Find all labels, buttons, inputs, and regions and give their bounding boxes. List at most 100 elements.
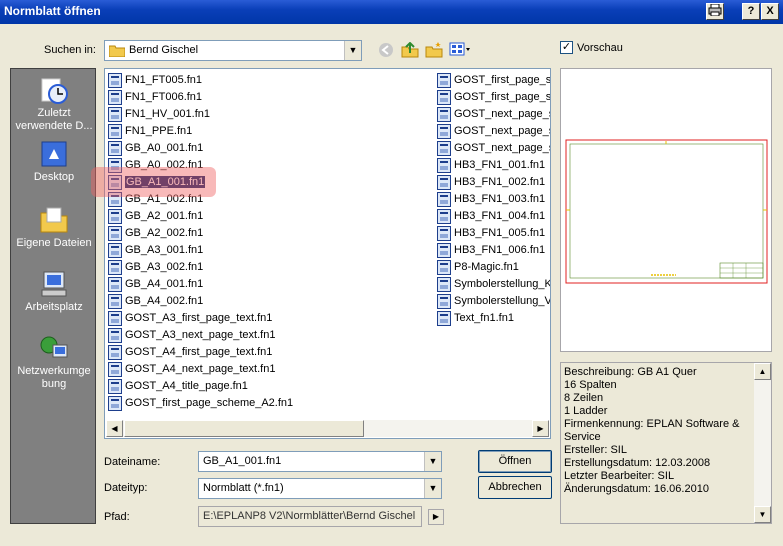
- printer-icon[interactable]: [706, 3, 724, 20]
- my-computer-icon: [41, 271, 67, 297]
- info-line: Erstellungsdatum: 12.03.2008: [564, 457, 711, 469]
- help-button[interactable]: ?: [742, 3, 760, 20]
- up-folder-icon[interactable]: [400, 41, 420, 60]
- filename-label: Dateiname:: [104, 456, 161, 468]
- file-name: Text_fn1.fn1: [454, 312, 514, 324]
- file-name: GB_A2_001.fn1: [125, 210, 204, 222]
- cancel-button[interactable]: Abbrechen: [478, 476, 552, 499]
- file-name: HB3_FN1_002.fn1: [454, 176, 546, 188]
- back-icon[interactable]: [376, 42, 396, 60]
- path-label: Pfad:: [104, 511, 130, 523]
- fn1-file-icon: [437, 260, 451, 275]
- filename-combo[interactable]: GB_A1_001.fn1 ▼: [198, 451, 442, 472]
- fn1-file-icon: [108, 90, 122, 105]
- path-value: E:\EPLANP8 V2\Normblätter\Bernd Gischel: [203, 510, 416, 522]
- info-pane: Beschreibung: GB A1 Quer 16 Spalten 8 Zeil…: [560, 362, 772, 524]
- preview-checkbox-label: Vorschau: [577, 42, 623, 54]
- file-name: Symbolerstellung_Ve: [454, 295, 551, 307]
- chevron-down-icon[interactable]: ▼: [344, 41, 361, 60]
- fn1-file-icon: [437, 226, 451, 241]
- place-recent[interactable]: Zuletzt verwendete D...: [11, 75, 97, 133]
- file-list[interactable]: FN1_FT005.fn1 FN1_FT006.fn1 FN1_HV_001.fn1…: [104, 68, 551, 439]
- file-name: GOST_A4_first_page_text.fn1: [125, 346, 273, 358]
- fn1-file-icon: [108, 396, 122, 411]
- info-line: 16 Spalten: [564, 379, 617, 391]
- scroll-up-icon[interactable]: ▲: [754, 363, 771, 380]
- file-name: GB_A0_001.fn1: [125, 142, 204, 154]
- fn1-file-icon: [108, 141, 122, 156]
- info-line: 8 Zeilen: [564, 392, 604, 404]
- info-line: Service: [564, 431, 601, 443]
- fn1-file-icon: [437, 141, 451, 156]
- preview-pane: [560, 68, 772, 352]
- file-name: GOST_A3_first_page_text.fn1: [125, 312, 273, 324]
- file-name: GOST_first_page_scheme_A2.fn1: [125, 397, 294, 409]
- chevron-down-icon[interactable]: ▼: [424, 452, 441, 471]
- open-dialog: Normblatt öffnen ? X Suchen in: Bernd Gi…: [0, 0, 783, 546]
- close-button[interactable]: X: [761, 3, 779, 20]
- place-desktop[interactable]: Desktop: [11, 139, 97, 184]
- info-line: Änderungsdatum: 16.06.2010: [564, 483, 709, 495]
- open-button[interactable]: Öffnen: [478, 450, 552, 473]
- file-name: GB_A4_002.fn1: [125, 295, 204, 307]
- fn1-file-icon: [108, 277, 122, 292]
- lookin-label: Suchen in:: [44, 44, 96, 56]
- my-documents-icon: [40, 207, 68, 233]
- info-line: 1 Ladder: [564, 405, 608, 417]
- info-line: Letzter Bearbeiter: SIL: [564, 470, 675, 482]
- fn1-file-icon: [108, 379, 122, 394]
- chevron-down-icon[interactable]: ▼: [424, 479, 441, 498]
- file-name: GOST_next_page_sc: [454, 142, 551, 154]
- file-name: HB3_FN1_003.fn1: [454, 193, 546, 205]
- fn1-file-icon: [437, 192, 451, 207]
- filetype-value: Normblatt (*.fn1): [203, 482, 284, 494]
- file-name: HB3_FN1_005.fn1: [454, 227, 546, 239]
- fn1-file-icon: [108, 311, 122, 326]
- file-name: GOST_A4_title_page.fn1: [125, 380, 248, 392]
- file-name: GOST_next_page_sc: [454, 125, 551, 137]
- scroll-left-icon[interactable]: ◀: [106, 420, 123, 437]
- filetype-combo[interactable]: Normblatt (*.fn1) ▼: [198, 478, 442, 499]
- preview-checkbox[interactable]: ✓: [560, 41, 573, 54]
- scroll-thumb[interactable]: [124, 420, 364, 437]
- horizontal-scrollbar[interactable]: ◀ ▶: [106, 420, 549, 437]
- vertical-scrollbar[interactable]: ▲ ▼: [754, 363, 771, 523]
- fn1-file-icon: [437, 277, 451, 292]
- view-menu-icon[interactable]: [448, 42, 472, 60]
- fn1-file-icon: [437, 124, 451, 139]
- file-name: GOST_first_page_sc: [454, 74, 551, 86]
- place-computer[interactable]: Arbeitsplatz: [11, 269, 97, 314]
- file-name: GB_A4_001.fn1: [125, 278, 204, 290]
- fn1-file-icon: [108, 107, 122, 122]
- places-bar: Zuletzt verwendete D... Desktop Eigene D…: [10, 68, 96, 524]
- fn1-file-icon: [108, 294, 122, 309]
- fn1-file-icon: [108, 209, 122, 224]
- fn1-file-icon: [108, 243, 122, 258]
- fn1-file-icon: [108, 260, 122, 275]
- file-name: FN1_PPE.fn1: [125, 125, 193, 137]
- window-title: Normblatt öffnen: [4, 4, 101, 18]
- network-icon: [40, 336, 68, 358]
- fn1-file-icon: [108, 124, 122, 139]
- fn1-file-icon: [108, 328, 122, 343]
- info-line: Firmenkennung: EPLAN Software &: [564, 418, 740, 430]
- desktop-icon: [41, 141, 67, 167]
- scroll-right-icon[interactable]: ▶: [532, 420, 549, 437]
- file-name: GB_A3_002.fn1: [125, 261, 204, 273]
- file-name: HB3_FN1_001.fn1: [454, 159, 546, 171]
- new-folder-icon[interactable]: [424, 42, 444, 60]
- path-arrow-icon[interactable]: ▶: [428, 509, 444, 525]
- file-name: P8-Magic.fn1: [454, 261, 519, 273]
- recent-clock-icon: [41, 78, 68, 104]
- place-documents[interactable]: Eigene Dateien: [11, 205, 97, 250]
- filename-value: GB_A1_001.fn1: [203, 455, 282, 467]
- lookin-combo[interactable]: Bernd Gischel ▼: [104, 40, 362, 61]
- fn1-file-icon: [437, 73, 451, 88]
- file-name: GOST_A3_next_page_text.fn1: [125, 329, 276, 341]
- file-name: FN1_FT006.fn1: [125, 91, 203, 103]
- place-network[interactable]: Netzwerkumge bung: [11, 333, 97, 391]
- title-bar[interactable]: Normblatt öffnen ? X: [0, 0, 783, 24]
- scroll-down-icon[interactable]: ▼: [754, 506, 771, 523]
- fn1-file-icon: [108, 73, 122, 88]
- file-name: GOST_first_page_sc: [454, 91, 551, 103]
